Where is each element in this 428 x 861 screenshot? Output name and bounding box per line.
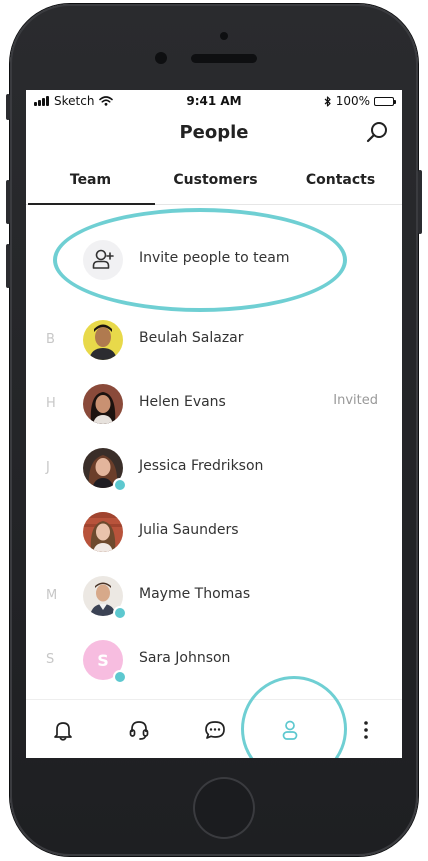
section-letter: H — [46, 396, 56, 411]
list-item[interactable]: H Helen Evans Invited — [26, 382, 402, 426]
tab-team[interactable]: Team — [28, 156, 153, 204]
tab-notifications[interactable] — [49, 716, 77, 744]
person-name: Jessica Fredrikson — [139, 458, 264, 474]
status-badge: Invited — [333, 393, 378, 408]
volume-up-button[interactable] — [6, 180, 10, 224]
section-letter: S — [46, 652, 55, 667]
more-vertical-icon — [364, 721, 368, 739]
online-indicator — [113, 670, 127, 684]
mute-switch[interactable] — [6, 94, 10, 120]
section-letter: J — [46, 460, 50, 475]
person-name: Julia Saunders — [139, 522, 239, 538]
avatar — [83, 320, 123, 360]
person-name: Mayme Thomas — [139, 586, 251, 602]
headset-icon — [129, 721, 149, 740]
segment-tabs: Team Customers Contacts — [26, 156, 402, 205]
person-name: Helen Evans — [139, 394, 226, 410]
page-title: People — [179, 122, 249, 143]
earpiece-speaker — [191, 54, 257, 63]
active-tab-highlight-ring — [241, 676, 347, 758]
power-button[interactable] — [418, 170, 422, 234]
avatar — [83, 384, 123, 424]
tab-support[interactable] — [125, 716, 153, 744]
search-icon — [366, 122, 387, 143]
home-button[interactable] — [193, 777, 255, 839]
online-indicator — [113, 606, 127, 620]
front-camera — [155, 52, 167, 64]
tab-selected-indicator — [28, 203, 155, 205]
status-bar: Sketch 9:41 AM 100% — [26, 90, 402, 112]
volume-down-button[interactable] — [6, 244, 10, 288]
section-letter: B — [46, 332, 55, 347]
avatar — [83, 512, 123, 552]
section-letter: M — [46, 588, 58, 603]
bluetooth-icon — [324, 95, 331, 107]
list-item[interactable]: S S Sara Johnson — [26, 638, 402, 684]
battery-icon — [374, 96, 396, 106]
person-name: Sara Johnson — [139, 650, 231, 666]
tab-more[interactable] — [352, 716, 380, 744]
device-frame: Sketch 9:41 AM 100% People Team Customer… — [0, 0, 428, 861]
nav-header: People — [26, 112, 402, 156]
search-button[interactable] — [362, 118, 392, 148]
online-indicator — [113, 478, 127, 492]
app-screen: Sketch 9:41 AM 100% People Team Customer… — [26, 90, 402, 758]
list-item[interactable]: Julia Saunders — [26, 510, 402, 554]
list-item[interactable]: J Jessica Fredrikson — [26, 446, 402, 492]
tab-contacts[interactable]: Contacts — [278, 156, 402, 204]
tab-customers[interactable]: Customers — [153, 156, 278, 204]
invite-highlight-ring — [53, 208, 347, 312]
list-item[interactable]: B Beulah Salazar — [26, 318, 402, 362]
proximity-sensor — [220, 32, 228, 40]
list-item[interactable]: M Mayme Thomas — [26, 574, 402, 620]
person-name: Beulah Salazar — [139, 330, 244, 346]
tab-messages[interactable] — [201, 716, 229, 744]
bell-icon — [54, 722, 72, 741]
chat-icon — [205, 721, 225, 739]
status-right: 100% — [324, 94, 396, 108]
battery-percent: 100% — [335, 94, 370, 108]
